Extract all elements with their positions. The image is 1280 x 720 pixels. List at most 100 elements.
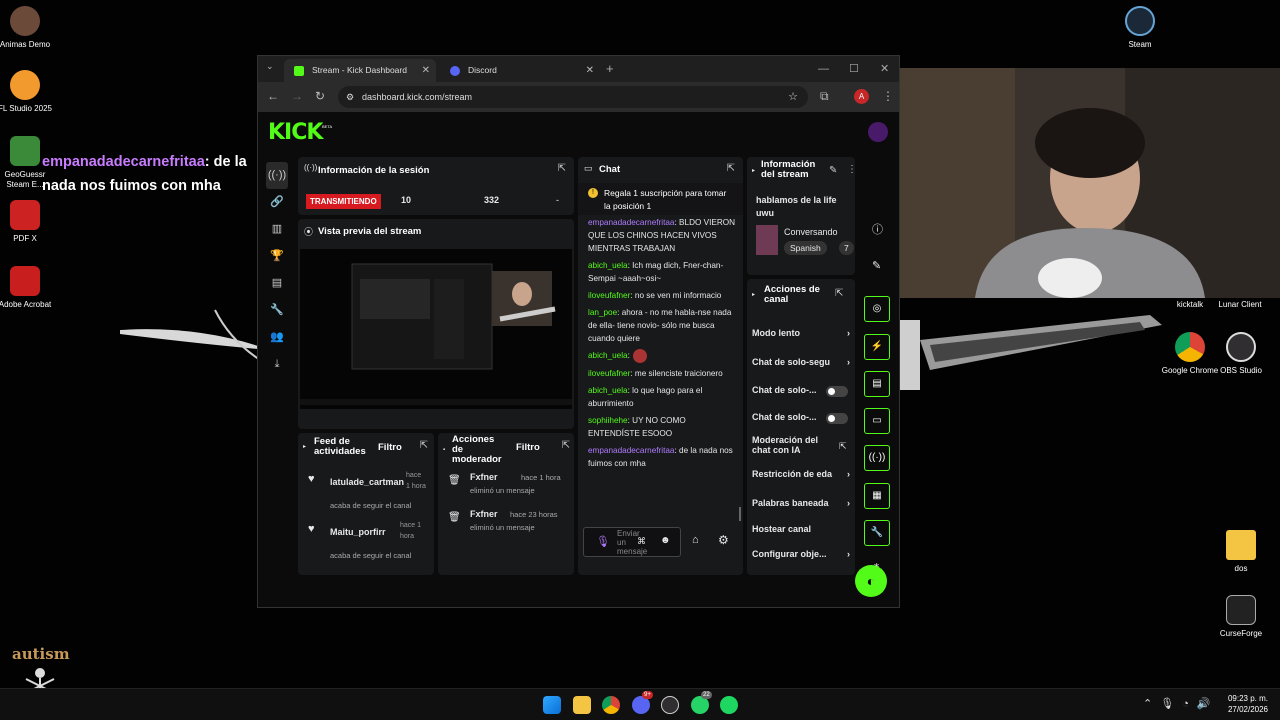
rail-tools-icon[interactable]: 🔧: [864, 520, 890, 546]
back-button[interactable]: ←: [267, 89, 279, 103]
tab-kick-dashboard[interactable]: Stream - Kick Dashboard ✕: [284, 59, 436, 82]
commands-icon[interactable]: ⌘: [637, 536, 646, 547]
stream-nav-icon[interactable]: ((·)): [266, 162, 288, 189]
tab-list-button[interactable]: ⌄: [266, 61, 274, 72]
rail-notes-icon[interactable]: ▤: [864, 371, 890, 397]
category-thumbnail[interactable]: [756, 225, 778, 255]
volume-icon[interactable]: 🔊: [1197, 698, 1219, 710]
close-tab-icon[interactable]: ✕: [586, 59, 594, 82]
rail-layout-icon[interactable]: ▦: [864, 483, 890, 509]
chat-username[interactable]: abich_uela: [588, 261, 628, 270]
desktop-icon-lunar[interactable]: Lunar Client: [1210, 300, 1270, 310]
more-tags-count[interactable]: 7: [839, 241, 854, 255]
tab-discord[interactable]: Discord ✕: [440, 59, 600, 82]
pinned-message[interactable]: ! Regala 1 suscripción para tomar la pos…: [578, 183, 743, 215]
extensions-icon[interactable]: ⧉: [820, 89, 829, 104]
desktop-icon-pdfx[interactable]: PDF X: [0, 200, 55, 244]
system-tray[interactable]: ⌃🎙◔🔊: [1143, 697, 1219, 710]
windows-start-icon[interactable]: [543, 696, 561, 714]
bookmark-star-icon[interactable]: ☆: [788, 86, 798, 108]
whatsapp-taskbar-icon[interactable]: 22: [691, 691, 712, 714]
mod-user[interactable]: Fxfner: [470, 509, 498, 519]
category-name[interactable]: Conversando: [784, 227, 838, 237]
desktop-icon-animas[interactable]: Animas Demo: [0, 6, 55, 50]
discord-taskbar-icon[interactable]: 9+: [632, 691, 653, 714]
reload-button[interactable]: ↻: [315, 89, 325, 103]
popout-icon[interactable]: ⇱: [558, 163, 566, 174]
chat-username[interactable]: iloveufafner: [588, 369, 630, 378]
popout-icon[interactable]: ⇱: [420, 440, 428, 451]
maximize-button[interactable]: ☐: [849, 56, 859, 82]
trophy-nav-icon[interactable]: 🏆: [266, 243, 288, 270]
chevron-up-icon[interactable]: ⌃: [1143, 698, 1160, 710]
more-icon[interactable]: ⋮: [847, 164, 855, 175]
mic-icon[interactable]: 🎙: [596, 535, 610, 548]
chat-username[interactable]: empanadadecarnefritaa: [588, 218, 675, 227]
rail-broadcast-icon[interactable]: ((·)): [864, 445, 890, 471]
desktop-icon-steam[interactable]: Steam: [1110, 6, 1170, 50]
obs-taskbar-icon[interactable]: [661, 696, 679, 714]
desktop-icon-acrobat[interactable]: Adobe Acrobat: [0, 266, 55, 310]
users-nav-icon[interactable]: 👥: [266, 324, 288, 351]
preview-video[interactable]: [300, 249, 572, 409]
menu-icon[interactable]: ⋮: [882, 89, 894, 103]
rail-raid-icon[interactable]: ◎: [864, 296, 890, 322]
wifi-icon[interactable]: ◔: [1182, 698, 1197, 710]
desktop-icon-curseforge[interactable]: CurseForge: [1211, 595, 1271, 639]
emotes-only-toggle[interactable]: [826, 413, 848, 424]
new-tab-button[interactable]: +: [606, 56, 614, 82]
close-tab-icon[interactable]: ✕: [422, 59, 430, 82]
user-avatar[interactable]: [868, 122, 888, 142]
edit-icon[interactable]: ✎: [829, 165, 837, 176]
popout-icon[interactable]: ⇱: [835, 288, 843, 299]
feed-user[interactable]: latulade_cartman: [330, 477, 404, 487]
chat-username[interactable]: lan_poe: [588, 308, 617, 317]
action-followers-only[interactable]: Chat de solo-segu ›: [752, 357, 852, 367]
chrome-taskbar-icon[interactable]: [602, 696, 620, 714]
spotify-taskbar-icon[interactable]: [720, 696, 738, 714]
subs-only-toggle[interactable]: [826, 386, 848, 397]
media-nav-icon[interactable]: ▤: [266, 270, 288, 297]
chat-username[interactable]: empanadadecarnefritaa: [588, 446, 675, 455]
chat-scrollbar[interactable]: [739, 507, 741, 521]
help-button[interactable]: ◐: [855, 565, 887, 597]
action-age-restriction[interactable]: Restricción de eda ›: [752, 469, 852, 479]
profile-avatar[interactable]: A: [854, 89, 869, 104]
clock[interactable]: 09:23 p. m. 27/02/2026: [1228, 693, 1268, 715]
chat-input[interactable]: 🎙 Enviar un mensaje ⌘ ☻: [583, 527, 681, 557]
external-link-icon[interactable]: ⇱: [839, 441, 847, 452]
rail-bolt-icon[interactable]: ⚡: [864, 334, 890, 360]
tools-nav-icon[interactable]: 🔧: [266, 297, 288, 324]
rail-chat-icon[interactable]: ▭: [864, 408, 890, 434]
feed-filter-button[interactable]: Filtro: [378, 442, 402, 453]
info-icon[interactable]: ⓘ: [872, 221, 883, 237]
action-host-channel[interactable]: Hostear canal: [752, 524, 852, 534]
action-configure-goals[interactable]: Configurar obje... ›: [752, 549, 852, 559]
action-ai-moderation[interactable]: Moderación del chat con IA: [752, 435, 832, 455]
site-info-icon[interactable]: ⚙: [346, 86, 354, 108]
mod-filter-button[interactable]: Filtro: [516, 442, 540, 453]
url-field[interactable]: ⚙ dashboard.kick.com/stream ☆: [338, 86, 808, 108]
desktop-icon-dos[interactable]: dos: [1211, 530, 1271, 574]
chat-settings-icon[interactable]: ⚙: [718, 533, 729, 547]
link-nav-icon[interactable]: 🔗: [266, 189, 288, 216]
pen-icon[interactable]: ✎: [872, 259, 881, 272]
store-icon[interactable]: ⌂: [692, 534, 699, 546]
mod-user[interactable]: Fxfner: [470, 472, 498, 482]
language-tag[interactable]: Spanish: [784, 241, 827, 255]
popout-icon[interactable]: ⇱: [727, 163, 735, 174]
emoji-icon[interactable]: ☻: [660, 535, 671, 546]
feed-user[interactable]: Maitu_porfirr: [330, 527, 386, 537]
minimize-button[interactable]: —: [818, 56, 829, 82]
chat-username[interactable]: sophiihehe: [588, 416, 628, 425]
forward-button[interactable]: →: [291, 89, 303, 103]
download-nav-icon[interactable]: ⤓: [266, 351, 288, 378]
kick-logo[interactable]: KICK: [268, 120, 323, 145]
popout-icon[interactable]: ⇱: [562, 440, 570, 451]
action-banned-words[interactable]: Palabras baneada ›: [752, 498, 852, 508]
mic-tray-icon[interactable]: 🎙: [1160, 698, 1182, 710]
desktop-icon-flstudio[interactable]: FL Studio 2025: [0, 70, 55, 114]
chat-username[interactable]: abich_uela: [588, 351, 628, 360]
chat-username[interactable]: iloveufafner: [588, 291, 630, 300]
close-window-button[interactable]: ✕: [880, 56, 889, 82]
